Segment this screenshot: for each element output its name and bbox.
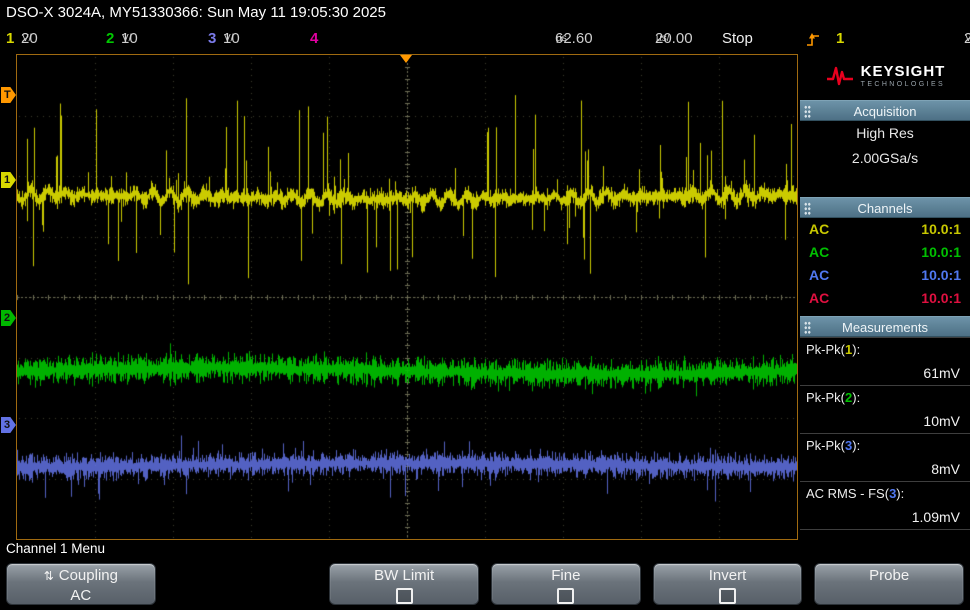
softkey-label: Invert xyxy=(709,567,747,585)
softkey-label: Probe xyxy=(869,567,909,585)
softkey-value: AC xyxy=(70,587,91,604)
trigger-delay-readout: 62.60µs xyxy=(455,26,555,52)
channels-header: Channels xyxy=(800,197,970,218)
channel-2-settings-row: AC10.0:1 xyxy=(800,241,970,264)
keysight-logo: KEYSIGHT TECHNOLOGIES xyxy=(800,52,970,100)
softkey-probe[interactable]: Probe xyxy=(814,563,964,605)
measurement-value: 10mV xyxy=(800,410,970,433)
info-sidebar: KEYSIGHT TECHNOLOGIES Acquisition High R… xyxy=(800,52,970,540)
softkey-bw-limit[interactable]: BW Limit xyxy=(329,563,479,605)
title-bar: DSO-X 3024A, MY51330366: Sun May 11 19:0… xyxy=(0,0,970,26)
logo-sub-text: TECHNOLOGIES xyxy=(861,81,946,88)
ch3-status-number[interactable]: 3 xyxy=(208,26,216,52)
marker-2[interactable]: 2 xyxy=(1,310,16,326)
softkey-coupling[interactable]: ⇅ Coupling AC xyxy=(6,563,156,605)
marker-t[interactable]: T xyxy=(1,87,16,103)
trigger-time-marker[interactable] xyxy=(400,55,412,63)
measurements-list: Pk-Pk(1):61mVPk-Pk(2):10mVPk-Pk(3):8mVAC… xyxy=(800,337,970,530)
channel-4-settings-row: AC10.0:1 xyxy=(800,287,970,310)
softkey-fine[interactable]: Fine xyxy=(491,563,641,605)
grip-icon xyxy=(804,321,811,334)
measurement-value: 61mV xyxy=(800,362,970,385)
run-state-indicator: Stop xyxy=(722,26,753,52)
checkbox-icon[interactable] xyxy=(719,588,736,604)
checkbox-icon[interactable] xyxy=(396,588,413,604)
ch1-status-number[interactable]: 1 xyxy=(6,26,14,52)
channel-1-settings-row: AC10.0:1 xyxy=(800,218,970,241)
status-bar: 1 20V/ 2 10V/ 3 10V/ 4 62.60µs 20.00µs/ … xyxy=(0,26,970,52)
updown-arrows-icon: ⇅ xyxy=(44,567,54,585)
softkey-label: BW Limit xyxy=(374,567,434,585)
oscilloscope-screen: DSO-X 3024A, MY51330366: Sun May 11 19:0… xyxy=(0,0,970,610)
measurement-cell-4: AC RMS - FS(3):1.09mV xyxy=(800,482,970,530)
grip-icon xyxy=(804,202,811,215)
softkey-label: Fine xyxy=(551,567,580,585)
measurement-value: 1.09mV xyxy=(800,506,970,529)
ch4-status-number[interactable]: 4 xyxy=(310,26,318,52)
softkey-invert[interactable]: Invert xyxy=(653,563,803,605)
waveform-display xyxy=(16,54,798,540)
softkey-label: Coupling xyxy=(59,567,118,585)
softkey-empty-slot xyxy=(168,563,318,605)
grip-icon xyxy=(804,105,811,118)
checkbox-icon[interactable] xyxy=(557,588,574,604)
timebase-readout: 20.00µs/ xyxy=(555,26,655,52)
measurement-cell-1: Pk-Pk(1):61mV xyxy=(800,338,970,386)
softkey-menu-title: Channel 1 Menu xyxy=(6,540,105,558)
ch2-status-number[interactable]: 2 xyxy=(106,26,114,52)
waveform-canvas xyxy=(17,55,797,539)
softkey-bar: ⇅ Coupling AC BW Limit Fine Invert Probe xyxy=(0,558,970,610)
instrument-id: DSO-X 3024A, MY51330366: Sun May 11 19:0… xyxy=(6,4,386,21)
acquisition-sample-rate: 2.00GSa/s xyxy=(800,146,970,171)
channel-settings-list: AC10.0:1AC10.0:1AC10.0:1AC10.0:1 xyxy=(800,218,970,310)
measurement-value: 8mV xyxy=(800,458,970,481)
marker-3[interactable]: 3 xyxy=(1,417,16,433)
acquisition-header: Acquisition xyxy=(800,100,970,121)
measurements-header: Measurements xyxy=(800,316,970,337)
acquisition-mode: High Res xyxy=(800,121,970,146)
measurement-cell-2: Pk-Pk(2):10mV xyxy=(800,386,970,434)
marker-1[interactable]: 1 xyxy=(1,172,16,188)
measurement-cell-3: Pk-Pk(3):8mV xyxy=(800,434,970,482)
trigger-edge-icon xyxy=(806,31,820,47)
trigger-source-readout: 1 xyxy=(836,26,844,52)
keysight-spark-icon xyxy=(825,63,855,89)
channel-3-settings-row: AC10.0:1 xyxy=(800,264,970,287)
logo-brand-text: KEYSIGHT xyxy=(861,64,946,79)
